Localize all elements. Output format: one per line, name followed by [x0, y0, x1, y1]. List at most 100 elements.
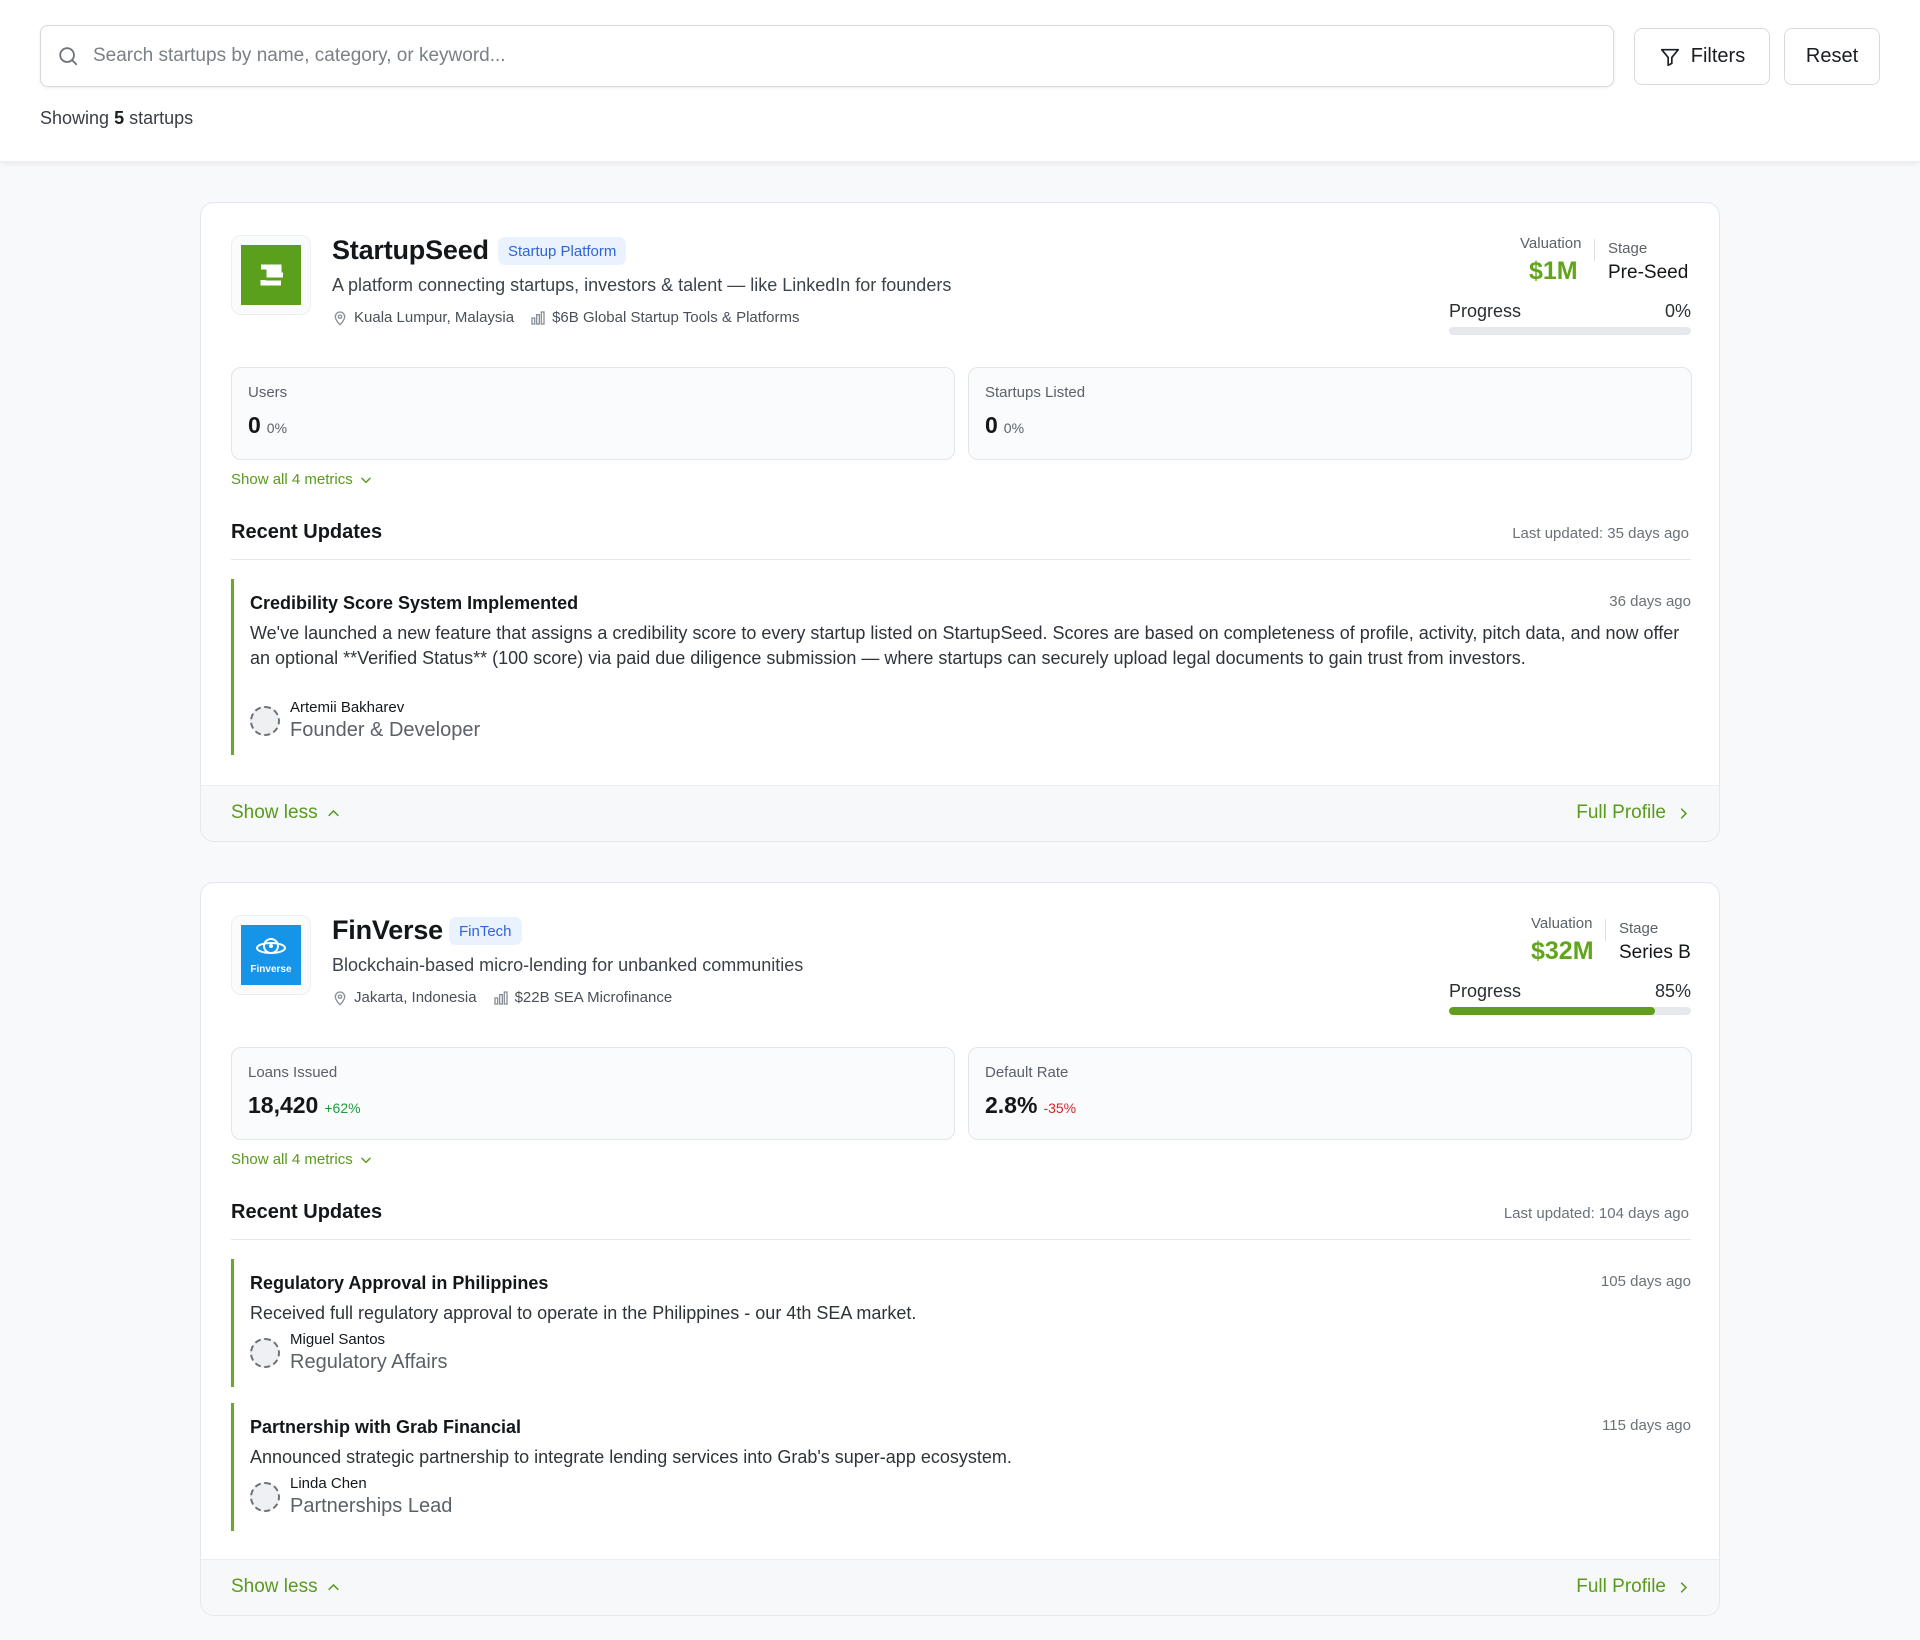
- author-name: Artemii Bakharev: [290, 699, 405, 716]
- show-less-button[interactable]: Show less: [231, 802, 341, 824]
- location-text: Kuala Lumpur, Malaysia: [354, 309, 515, 326]
- full-profile-label: Full Profile: [1576, 1576, 1666, 1597]
- result-count: Showing 5 startups: [40, 108, 193, 129]
- map-pin-icon: [334, 990, 346, 1006]
- card-footer: Show less Full Profile: [201, 785, 1719, 841]
- progress-label: Progress: [1449, 981, 1522, 1001]
- startup-card: StartupSeed Startup Platform A platform …: [200, 202, 1720, 842]
- update-item: Partnership with Grab Financial 115 days…: [231, 1403, 1691, 1531]
- metric-value-row: 18,420 +62%: [248, 1092, 361, 1119]
- search-input[interactable]: [93, 36, 1613, 76]
- startup-card: Finverse FinVerse FinTech Blockchain-bas…: [200, 882, 1720, 1616]
- stage-value: Series B: [1619, 942, 1691, 963]
- metric-value: 0: [248, 412, 261, 438]
- metric-change: 0%: [1003, 420, 1025, 436]
- valuation-value: $32M: [1531, 937, 1594, 965]
- metric-label: Users: [248, 384, 288, 401]
- market-size: $6B Global Startup Tools & Platforms: [530, 309, 799, 326]
- valuation-label: Valuation: [1520, 235, 1582, 252]
- chevron-up-icon: [327, 1583, 339, 1590]
- update-author: Linda Chen Partnerships Lead: [250, 1475, 452, 1519]
- stage-divider: [1605, 919, 1606, 941]
- chevron-right-icon: [1680, 807, 1688, 819]
- bar-chart-icon: [531, 310, 545, 325]
- progress-label: Progress: [1449, 301, 1522, 321]
- chevron-down-icon: [360, 1157, 371, 1163]
- show-all-metrics-button[interactable]: Show all 4 metrics: [231, 1151, 373, 1168]
- stage-value: Pre-Seed: [1608, 262, 1689, 283]
- startup-meta: Kuala Lumpur, Malaysia $6B Global Startu…: [332, 309, 815, 326]
- metric-card: Startups Listed 0 0%: [968, 367, 1692, 460]
- reset-button[interactable]: Reset: [1784, 28, 1880, 85]
- location-text: Jakarta, Indonesia: [354, 989, 477, 1006]
- chevron-up-icon: [327, 809, 339, 816]
- metric-label: Default Rate: [985, 1064, 1069, 1081]
- reset-label: Reset: [1805, 45, 1859, 67]
- author-role: Regulatory Affairs: [290, 1351, 448, 1373]
- startupseed-logo-icon: [241, 245, 301, 305]
- filter-icon: [1660, 48, 1679, 66]
- result-count-suffix: startups: [129, 108, 194, 128]
- update-body: We've launched a new feature that assign…: [250, 623, 1680, 668]
- stage-divider: [1594, 239, 1595, 261]
- search-box[interactable]: [40, 25, 1614, 87]
- result-count-prefix: Showing: [40, 108, 110, 128]
- recent-updates-title: Recent Updates: [231, 1201, 383, 1223]
- avatar: [250, 1338, 280, 1368]
- avatar: [250, 706, 280, 736]
- update-author: Artemii Bakharev Founder & Developer: [250, 699, 480, 743]
- filters-button[interactable]: Filters: [1634, 28, 1770, 85]
- metric-label: Startups Listed: [985, 384, 1086, 401]
- full-profile-link[interactable]: Full Profile: [1576, 802, 1691, 824]
- result-count-number: 5: [114, 108, 125, 128]
- last-updated: Last updated: 104 days ago: [1503, 1205, 1689, 1222]
- progress-bar: [1449, 1007, 1691, 1015]
- update-time: 115 days ago: [1602, 1417, 1691, 1434]
- update-title: Partnership with Grab Financial: [250, 1417, 522, 1437]
- metric-value-row: 2.8% -35%: [985, 1092, 1076, 1119]
- startup-logo[interactable]: Finverse: [231, 915, 311, 995]
- market-text: $6B Global Startup Tools & Platforms: [552, 309, 800, 326]
- category-tag: Startup Platform: [498, 237, 627, 265]
- startup-name[interactable]: FinVerse: [332, 915, 443, 946]
- metric-value: 0: [985, 412, 998, 438]
- valuation-value: $1M: [1529, 257, 1578, 285]
- progress-value: 0%: [1664, 301, 1691, 321]
- category-tag: FinTech: [449, 917, 522, 945]
- author-name: Miguel Santos: [290, 1331, 386, 1348]
- filters-label: Filters: [1690, 45, 1746, 67]
- update-title: Credibility Score System Implemented: [250, 593, 579, 613]
- market-size: $22B SEA Microfinance: [493, 989, 672, 1006]
- show-less-button[interactable]: Show less: [231, 1576, 341, 1598]
- progress-fill: [1449, 1007, 1655, 1015]
- metric-change: +62%: [324, 1100, 361, 1116]
- author-role: Partnerships Lead: [290, 1495, 453, 1517]
- show-all-metrics-button[interactable]: Show all 4 metrics: [231, 471, 373, 488]
- metric-change: 0%: [266, 420, 288, 436]
- divider: [231, 559, 1691, 560]
- metric-card: Default Rate 2.8% -35%: [968, 1047, 1692, 1140]
- metric-value-row: 0 0%: [248, 412, 287, 439]
- show-all-metrics-label: Show all 4 metrics: [231, 1151, 353, 1168]
- update-author: Miguel Santos Regulatory Affairs: [250, 1331, 448, 1375]
- update-body: Received full regulatory approval to ope…: [250, 1303, 917, 1323]
- update-time: 105 days ago: [1600, 1273, 1691, 1290]
- search-header: Filters Reset Showing 5 startups: [0, 0, 1920, 162]
- location: Kuala Lumpur, Malaysia: [332, 309, 514, 326]
- update-item: Credibility Score System Implemented 36 …: [231, 579, 1691, 755]
- show-less-label: Show less: [231, 1576, 318, 1597]
- search-icon: [59, 47, 78, 66]
- startup-name[interactable]: StartupSeed: [332, 235, 489, 266]
- metric-value: 18,420: [248, 1092, 319, 1118]
- author-name: Linda Chen: [290, 1475, 367, 1492]
- last-updated: Last updated: 35 days ago: [1512, 525, 1689, 542]
- logo-text: Finverse: [250, 964, 292, 975]
- show-all-metrics-label: Show all 4 metrics: [231, 471, 353, 488]
- startup-logo[interactable]: [231, 235, 311, 315]
- metric-card: Loans Issued 18,420 +62%: [231, 1047, 955, 1140]
- recent-updates-title: Recent Updates: [231, 521, 383, 543]
- full-profile-link[interactable]: Full Profile: [1576, 1576, 1691, 1598]
- startup-tagline: A platform connecting startups, investor…: [332, 275, 952, 295]
- metric-label: Loans Issued: [248, 1064, 338, 1081]
- card-footer: Show less Full Profile: [201, 1559, 1719, 1615]
